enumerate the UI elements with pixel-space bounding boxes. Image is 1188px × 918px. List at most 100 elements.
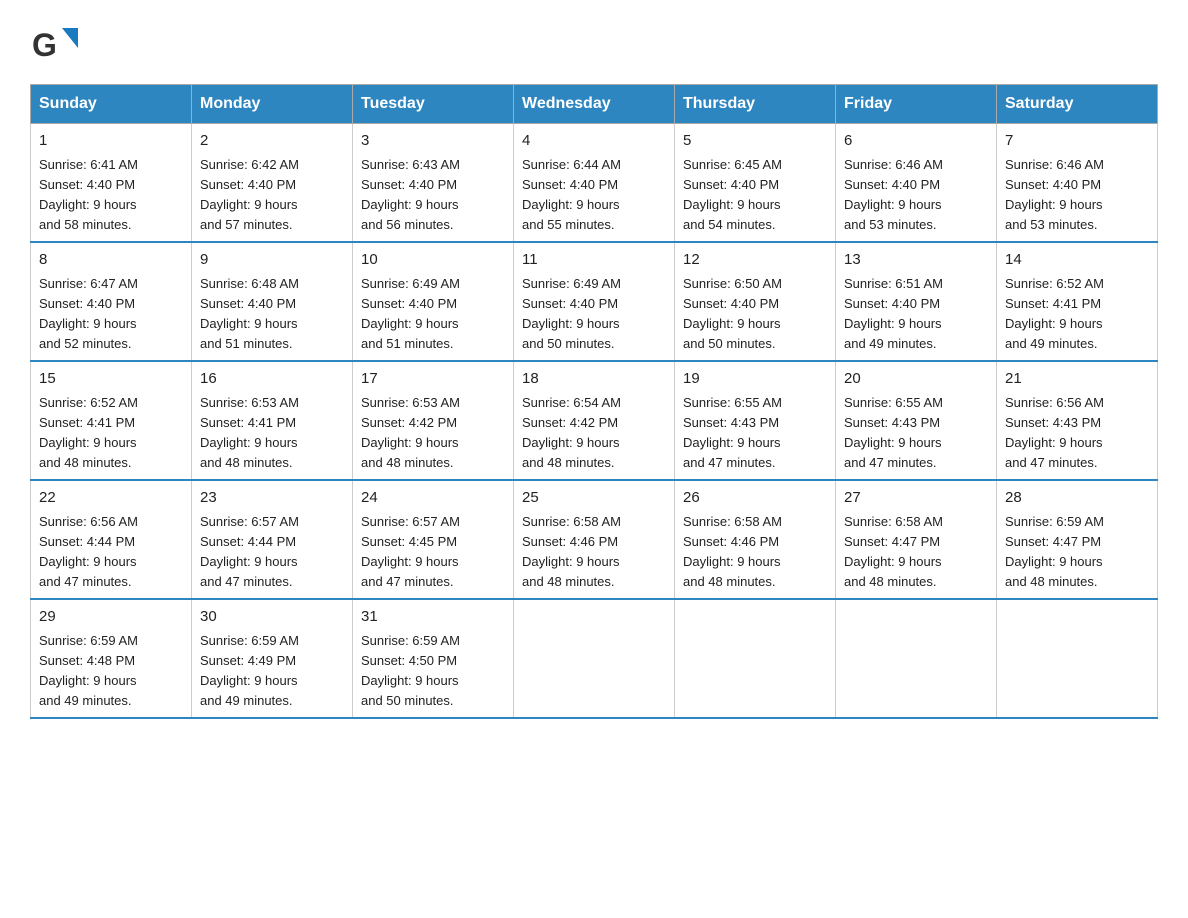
calendar-cell: 23Sunrise: 6:57 AMSunset: 4:44 PMDayligh… [192,480,353,599]
column-header-sunday: Sunday [31,85,192,124]
day-info: Sunrise: 6:46 AMSunset: 4:40 PMDaylight:… [844,155,988,236]
day-number: 10 [361,249,505,272]
calendar-cell: 18Sunrise: 6:54 AMSunset: 4:42 PMDayligh… [514,361,675,480]
calendar-cell [836,599,997,718]
day-info: Sunrise: 6:58 AMSunset: 4:46 PMDaylight:… [683,512,827,593]
calendar-cell: 12Sunrise: 6:50 AMSunset: 4:40 PMDayligh… [675,242,836,361]
day-number: 14 [1005,249,1149,272]
day-number: 29 [39,606,183,629]
calendar-week-row: 15Sunrise: 6:52 AMSunset: 4:41 PMDayligh… [31,361,1158,480]
calendar-cell: 24Sunrise: 6:57 AMSunset: 4:45 PMDayligh… [353,480,514,599]
calendar-cell: 15Sunrise: 6:52 AMSunset: 4:41 PMDayligh… [31,361,192,480]
day-number: 28 [1005,487,1149,510]
day-info: Sunrise: 6:58 AMSunset: 4:46 PMDaylight:… [522,512,666,593]
day-number: 11 [522,249,666,272]
calendar-cell: 10Sunrise: 6:49 AMSunset: 4:40 PMDayligh… [353,242,514,361]
calendar-cell: 1Sunrise: 6:41 AMSunset: 4:40 PMDaylight… [31,124,192,243]
calendar-week-row: 29Sunrise: 6:59 AMSunset: 4:48 PMDayligh… [31,599,1158,718]
day-info: Sunrise: 6:53 AMSunset: 4:42 PMDaylight:… [361,393,505,474]
day-info: Sunrise: 6:59 AMSunset: 4:49 PMDaylight:… [200,631,344,712]
day-info: Sunrise: 6:58 AMSunset: 4:47 PMDaylight:… [844,512,988,593]
day-number: 20 [844,368,988,391]
calendar-cell: 5Sunrise: 6:45 AMSunset: 4:40 PMDaylight… [675,124,836,243]
day-info: Sunrise: 6:48 AMSunset: 4:40 PMDaylight:… [200,274,344,355]
column-header-tuesday: Tuesday [353,85,514,124]
page-header: G [30,20,1158,64]
day-info: Sunrise: 6:50 AMSunset: 4:40 PMDaylight:… [683,274,827,355]
calendar-cell: 2Sunrise: 6:42 AMSunset: 4:40 PMDaylight… [192,124,353,243]
day-info: Sunrise: 6:52 AMSunset: 4:41 PMDaylight:… [39,393,183,474]
day-info: Sunrise: 6:53 AMSunset: 4:41 PMDaylight:… [200,393,344,474]
day-info: Sunrise: 6:43 AMSunset: 4:40 PMDaylight:… [361,155,505,236]
calendar-cell: 4Sunrise: 6:44 AMSunset: 4:40 PMDaylight… [514,124,675,243]
day-number: 27 [844,487,988,510]
column-header-thursday: Thursday [675,85,836,124]
calendar-cell: 22Sunrise: 6:56 AMSunset: 4:44 PMDayligh… [31,480,192,599]
calendar-cell: 25Sunrise: 6:58 AMSunset: 4:46 PMDayligh… [514,480,675,599]
day-number: 21 [1005,368,1149,391]
day-info: Sunrise: 6:41 AMSunset: 4:40 PMDaylight:… [39,155,183,236]
day-number: 12 [683,249,827,272]
day-info: Sunrise: 6:47 AMSunset: 4:40 PMDaylight:… [39,274,183,355]
day-number: 22 [39,487,183,510]
calendar-cell: 19Sunrise: 6:55 AMSunset: 4:43 PMDayligh… [675,361,836,480]
day-number: 2 [200,130,344,153]
day-number: 15 [39,368,183,391]
column-header-monday: Monday [192,85,353,124]
day-info: Sunrise: 6:54 AMSunset: 4:42 PMDaylight:… [522,393,666,474]
calendar-cell: 11Sunrise: 6:49 AMSunset: 4:40 PMDayligh… [514,242,675,361]
day-info: Sunrise: 6:59 AMSunset: 4:47 PMDaylight:… [1005,512,1149,593]
column-header-saturday: Saturday [997,85,1158,124]
day-info: Sunrise: 6:45 AMSunset: 4:40 PMDaylight:… [683,155,827,236]
day-number: 4 [522,130,666,153]
calendar-cell: 9Sunrise: 6:48 AMSunset: 4:40 PMDaylight… [192,242,353,361]
calendar-cell [514,599,675,718]
calendar-cell: 8Sunrise: 6:47 AMSunset: 4:40 PMDaylight… [31,242,192,361]
calendar-cell: 27Sunrise: 6:58 AMSunset: 4:47 PMDayligh… [836,480,997,599]
day-number: 13 [844,249,988,272]
day-number: 30 [200,606,344,629]
day-number: 8 [39,249,183,272]
calendar-week-row: 8Sunrise: 6:47 AMSunset: 4:40 PMDaylight… [31,242,1158,361]
day-number: 1 [39,130,183,153]
day-number: 24 [361,487,505,510]
day-info: Sunrise: 6:44 AMSunset: 4:40 PMDaylight:… [522,155,666,236]
calendar-week-row: 1Sunrise: 6:41 AMSunset: 4:40 PMDaylight… [31,124,1158,243]
calendar-cell: 28Sunrise: 6:59 AMSunset: 4:47 PMDayligh… [997,480,1158,599]
calendar-cell: 30Sunrise: 6:59 AMSunset: 4:49 PMDayligh… [192,599,353,718]
day-number: 6 [844,130,988,153]
day-info: Sunrise: 6:57 AMSunset: 4:44 PMDaylight:… [200,512,344,593]
day-number: 25 [522,487,666,510]
logo: G [30,20,80,64]
calendar-cell [675,599,836,718]
day-info: Sunrise: 6:49 AMSunset: 4:40 PMDaylight:… [522,274,666,355]
day-info: Sunrise: 6:56 AMSunset: 4:44 PMDaylight:… [39,512,183,593]
calendar-cell: 16Sunrise: 6:53 AMSunset: 4:41 PMDayligh… [192,361,353,480]
calendar-cell [997,599,1158,718]
calendar-table: SundayMondayTuesdayWednesdayThursdayFrid… [30,84,1158,719]
calendar-cell: 31Sunrise: 6:59 AMSunset: 4:50 PMDayligh… [353,599,514,718]
day-info: Sunrise: 6:55 AMSunset: 4:43 PMDaylight:… [844,393,988,474]
calendar-cell: 29Sunrise: 6:59 AMSunset: 4:48 PMDayligh… [31,599,192,718]
column-header-friday: Friday [836,85,997,124]
day-number: 31 [361,606,505,629]
day-info: Sunrise: 6:46 AMSunset: 4:40 PMDaylight:… [1005,155,1149,236]
calendar-cell: 26Sunrise: 6:58 AMSunset: 4:46 PMDayligh… [675,480,836,599]
day-number: 7 [1005,130,1149,153]
day-number: 5 [683,130,827,153]
day-number: 23 [200,487,344,510]
calendar-cell: 17Sunrise: 6:53 AMSunset: 4:42 PMDayligh… [353,361,514,480]
day-info: Sunrise: 6:59 AMSunset: 4:48 PMDaylight:… [39,631,183,712]
day-info: Sunrise: 6:56 AMSunset: 4:43 PMDaylight:… [1005,393,1149,474]
calendar-cell: 13Sunrise: 6:51 AMSunset: 4:40 PMDayligh… [836,242,997,361]
day-number: 9 [200,249,344,272]
day-number: 26 [683,487,827,510]
calendar-cell: 6Sunrise: 6:46 AMSunset: 4:40 PMDaylight… [836,124,997,243]
column-header-wednesday: Wednesday [514,85,675,124]
calendar-cell: 7Sunrise: 6:46 AMSunset: 4:40 PMDaylight… [997,124,1158,243]
day-number: 19 [683,368,827,391]
svg-text:G: G [32,27,57,63]
day-number: 3 [361,130,505,153]
day-number: 16 [200,368,344,391]
logo-icon: G [30,20,80,70]
